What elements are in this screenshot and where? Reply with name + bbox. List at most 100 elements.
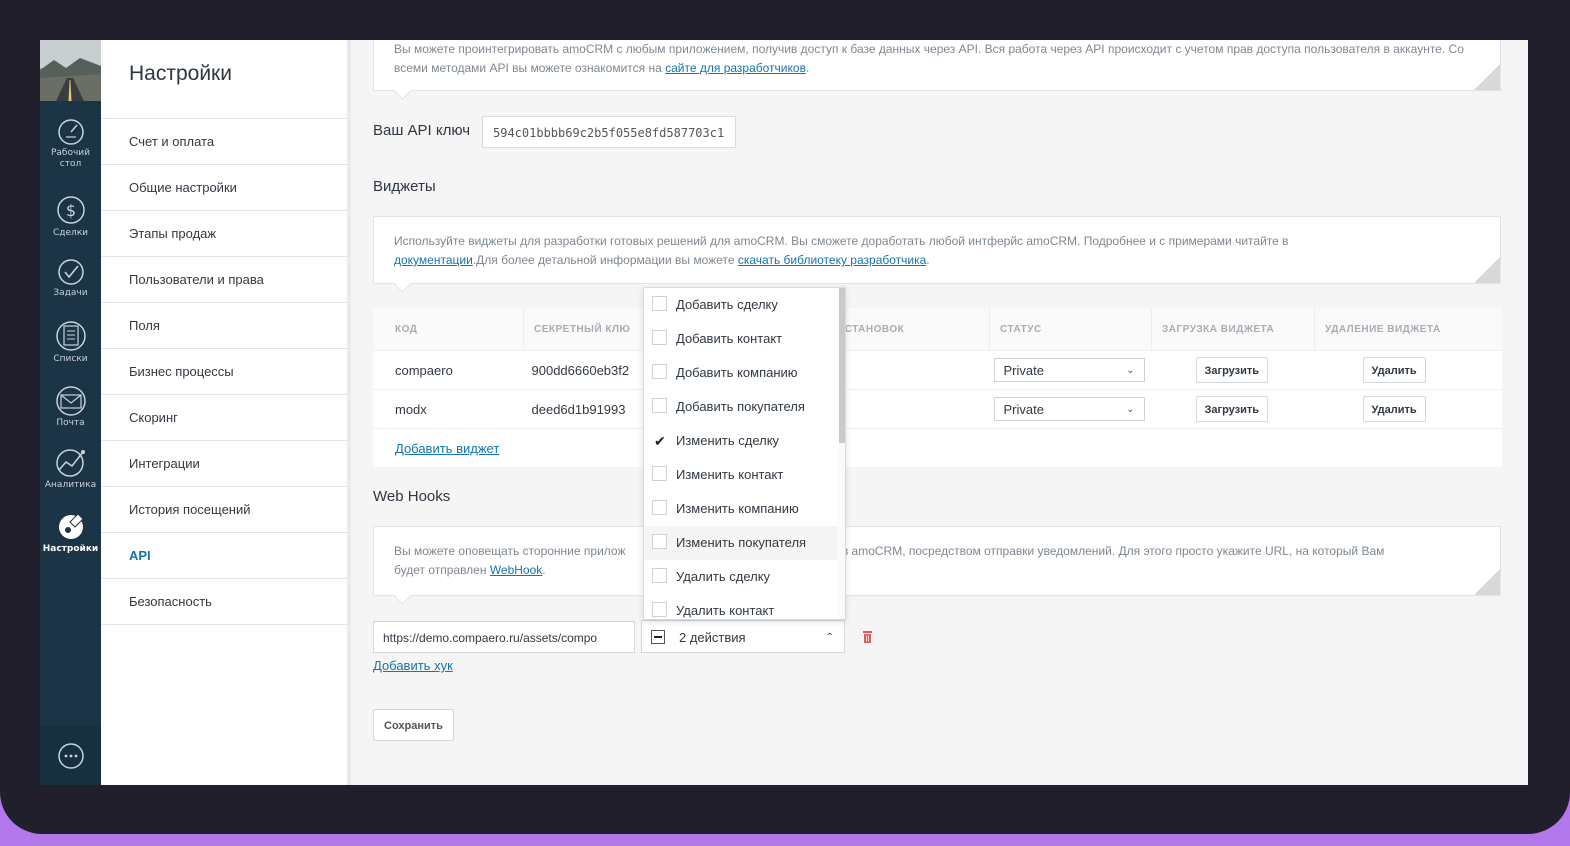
- menu-item-business-processes[interactable]: Бизнес процессы: [101, 348, 347, 394]
- widgets-info-text: Используйте виджеты для разработки готов…: [394, 234, 1289, 248]
- api-key-field[interactable]: 594c01bbbb69c2b5f055e8fd587703c1: [482, 116, 736, 148]
- api-info-text: Вы можете проинтегрировать amoCRM с любы…: [394, 42, 1464, 75]
- delete-button[interactable]: Удалить: [1362, 396, 1426, 422]
- upload-button[interactable]: Загрузить: [1195, 357, 1269, 383]
- api-info-end: .: [805, 61, 810, 75]
- nav-item-deals[interactable]: $ Сделки: [40, 192, 101, 239]
- checkbox[interactable]: [652, 568, 667, 583]
- trash-icon[interactable]: [862, 630, 873, 643]
- webhooks-info-text: Вы можете оповещать сторонние прилож: [394, 544, 626, 558]
- checkbox[interactable]: [652, 500, 667, 515]
- list-icon: [55, 321, 86, 351]
- widget-code: compaero: [373, 350, 524, 390]
- checkbox[interactable]: [652, 398, 667, 413]
- add-widget-link[interactable]: Добавить виджет: [395, 441, 499, 456]
- table-row: compaero 900dd6660eb3f2 0 Private⌄ Загру…: [373, 350, 1502, 390]
- save-button[interactable]: Сохранить: [373, 709, 454, 741]
- minus-checkbox-icon[interactable]: [651, 630, 665, 644]
- dashboard-icon: [57, 119, 84, 145]
- main-nav: Рабочий стол $ Сделки Задачи Списки Почт…: [40, 40, 101, 785]
- checkbox[interactable]: [652, 534, 667, 549]
- nav-item-analytics[interactable]: Аналитика: [40, 446, 101, 491]
- dropdown-item-label: Изменить сделку: [676, 433, 780, 448]
- analytics-icon: [55, 449, 85, 477]
- dropdown-item[interactable]: Изменить контакт: [644, 458, 838, 492]
- nav-label: Списки: [53, 354, 88, 364]
- dropdown-item[interactable]: Изменить компанию: [644, 492, 838, 526]
- status-select[interactable]: Private ⌄: [993, 397, 1145, 421]
- dropdown-item[interactable]: Изменить покупателя: [644, 526, 838, 560]
- dropdown-scrollbar[interactable]: [839, 288, 845, 619]
- menu-item-api[interactable]: API: [101, 532, 347, 578]
- dropdown-item[interactable]: ✔ Изменить сделку: [644, 424, 838, 458]
- webhooks-title: Web Hooks: [373, 488, 451, 505]
- menu-item-security[interactable]: Безопасность: [101, 578, 347, 625]
- webhook-url-input[interactable]: https://demo.compaero.ru/assets/compo: [373, 621, 635, 653]
- checkbox[interactable]: [652, 602, 667, 617]
- dropdown-item[interactable]: Добавить сделку: [644, 288, 838, 322]
- dropdown-item-label: Добавить компанию: [676, 365, 798, 380]
- nav-item-settings[interactable]: Настройки: [40, 510, 101, 555]
- dropdown-item-label: Изменить покупателя: [676, 535, 807, 550]
- nav-label: Задачи: [53, 288, 88, 298]
- nav-item-mail[interactable]: Почта: [40, 386, 101, 429]
- status-value: Private: [1003, 402, 1044, 417]
- nav-item-lists[interactable]: Списки: [40, 320, 101, 365]
- fold-corner: [1474, 64, 1500, 90]
- menu-item-billing[interactable]: Счет и оплата: [101, 118, 347, 164]
- widgets-table: КОД СЕКРЕТНЫЙ КЛЮ УСТАНОВОК СТАТУС ЗАГРУ…: [373, 308, 1502, 467]
- dropdown-item[interactable]: Удалить сделку: [644, 560, 838, 594]
- checkmark-icon[interactable]: ✔: [654, 424, 666, 458]
- dropdown-item[interactable]: Удалить контакт: [644, 594, 838, 619]
- actions-dropdown: Добавить сделку Добавить контакт Добавит…: [643, 287, 846, 620]
- dropdown-item-label: Добавить контакт: [676, 331, 783, 346]
- checkbox[interactable]: [652, 364, 667, 379]
- svg-text:$: $: [65, 201, 75, 220]
- webhooks-info-text2: х в amoCRM, посредством отправки уведомл…: [832, 544, 1385, 558]
- nav-label: Рабочий стол: [50, 148, 90, 169]
- download-library-link[interactable]: скачать библиотеку разработчика: [738, 253, 926, 267]
- widgets-info-end: .: [926, 253, 930, 267]
- dropdown-item-label: Добавить покупателя: [676, 399, 805, 414]
- widgets-info-box: Используйте виджеты для разработки готов…: [373, 216, 1501, 293]
- dropdown-item-label: Изменить компанию: [676, 501, 799, 516]
- menu-item-fields[interactable]: Поля: [101, 302, 347, 348]
- menu-item-integrations[interactable]: Интеграции: [101, 440, 347, 486]
- dropdown-item[interactable]: Добавить контакт: [644, 322, 838, 356]
- developer-site-link[interactable]: сайте для разработчиков: [665, 61, 806, 75]
- dropdown-item-label: Добавить сделку: [676, 297, 778, 312]
- nav-label: Аналитика: [44, 480, 97, 490]
- widget-installs: 0: [827, 350, 990, 390]
- webhook-link[interactable]: WebHook: [490, 563, 542, 577]
- nav-label: Сделки: [52, 228, 89, 238]
- avatar[interactable]: [40, 40, 101, 101]
- add-hook-link[interactable]: Добавить хук: [373, 658, 453, 673]
- menu-item-users[interactable]: Пользователи и права: [101, 256, 347, 302]
- chat-icon[interactable]: [57, 742, 85, 770]
- scrollbar-thumb[interactable]: [839, 288, 845, 443]
- device-frame: Рабочий стол $ Сделки Задачи Списки Почт…: [0, 0, 1570, 834]
- api-key-label: Ваш API ключ: [373, 122, 471, 139]
- menu-item-history[interactable]: История посещений: [101, 486, 347, 532]
- nav-footer: [40, 726, 101, 785]
- nav-label: Настройки: [42, 544, 99, 554]
- status-select[interactable]: Private ⌄: [993, 358, 1145, 382]
- dropdown-item[interactable]: Добавить компанию: [644, 356, 838, 390]
- nav-label: Почта: [56, 418, 85, 428]
- webhooks-info-end: .: [542, 563, 546, 577]
- upload-button[interactable]: Загрузить: [1195, 396, 1269, 422]
- menu-item-sales-stages[interactable]: Этапы продаж: [101, 210, 347, 256]
- checkbox[interactable]: [652, 296, 667, 311]
- wrench-icon: [58, 513, 84, 539]
- nav-item-tasks[interactable]: Задачи: [40, 258, 101, 299]
- documentation-link[interactable]: документации: [394, 253, 473, 267]
- col-delete: УДАЛЕНИЕ ВИДЖЕТА: [1314, 308, 1502, 351]
- nav-item-dashboard[interactable]: Рабочий стол: [40, 118, 101, 170]
- menu-item-general[interactable]: Общие настройки: [101, 164, 347, 210]
- checkbox[interactable]: [652, 330, 667, 345]
- checkbox[interactable]: [652, 466, 667, 481]
- webhook-actions-select[interactable]: 2 действия ⌃: [641, 620, 845, 653]
- dropdown-item[interactable]: Добавить покупателя: [644, 390, 838, 424]
- menu-item-scoring[interactable]: Скоринг: [101, 394, 347, 440]
- delete-button[interactable]: Удалить: [1362, 357, 1426, 383]
